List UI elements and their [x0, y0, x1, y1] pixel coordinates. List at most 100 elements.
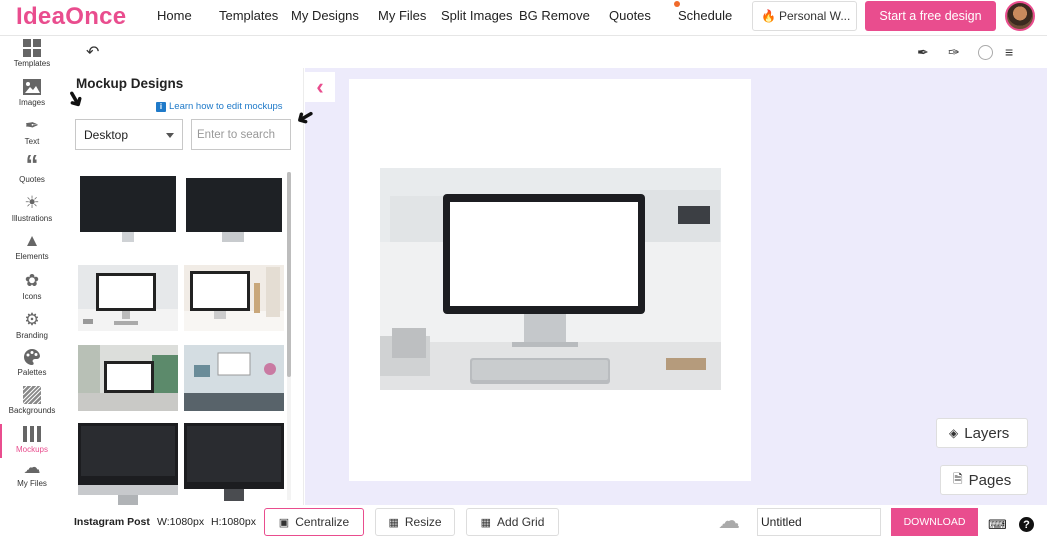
undo-icon[interactable]: ↶: [86, 42, 99, 62]
mockup-thumbnail[interactable]: [184, 265, 284, 331]
pages-button[interactable]: 🗎 Pages: [940, 465, 1028, 495]
mockup-icon: [22, 424, 42, 444]
notification-dot: [674, 1, 680, 7]
leaf-icon: ✿: [24, 271, 40, 290]
brush-icon[interactable]: ✑: [948, 44, 960, 61]
centralize-button[interactable]: ▣ Centralize: [264, 508, 364, 536]
sidebar-item-palettes[interactable]: Palettes: [0, 347, 64, 377]
gear-icon: ⚙: [24, 310, 40, 329]
resize-label: Resize: [404, 515, 442, 529]
sidebar-item-mockups[interactable]: Mockups: [0, 424, 64, 458]
illustration-icon: ☀: [24, 193, 40, 212]
mockup-thumbnail[interactable]: [78, 265, 178, 331]
sidebar-item-label: Backgrounds: [8, 406, 56, 415]
editor-toolbar: [64, 36, 1047, 68]
mockup-thumbnail[interactable]: [78, 176, 178, 242]
layers-button[interactable]: ◈ Layers: [936, 418, 1028, 448]
chevron-down-icon: [166, 133, 174, 138]
sidebar-item-elements[interactable]: ▲ Elements: [0, 231, 64, 261]
device-type-select[interactable]: Desktop: [75, 119, 183, 150]
sidebar-item-label: Mockups: [15, 445, 48, 454]
collapse-panel-button[interactable]: ‹: [305, 72, 335, 102]
info-icon: i: [156, 102, 166, 112]
sidebar-item-label: Icons: [22, 292, 42, 301]
sidebar-item-label: Text: [24, 137, 40, 146]
workspace-switcher-button[interactable]: 🔥 Personal W...: [752, 1, 857, 31]
pattern-icon: [22, 385, 42, 405]
device-select-value: Desktop: [84, 128, 129, 142]
sidebar-item-label: Illustrations: [11, 214, 53, 223]
mockup-thumbnail-grid: [78, 176, 286, 506]
circle-shape-icon[interactable]: [978, 45, 993, 60]
nav-my-designs[interactable]: My Designs: [291, 8, 359, 23]
sidebar-item-text[interactable]: ✒ Text: [0, 116, 64, 146]
palette-icon: [22, 347, 42, 367]
panel-title: Mockup Designs: [76, 76, 184, 91]
download-button[interactable]: DOWNLOAD: [891, 508, 978, 536]
app-logo[interactable]: IdeaOnce: [16, 3, 126, 31]
mockup-panel: Mockup Designs i Learn how to edit mockup…: [64, 68, 304, 506]
mockup-thumbnail[interactable]: [184, 176, 284, 242]
sidebar-item-label: My Files: [17, 479, 47, 488]
layers-icon: ◈: [949, 426, 959, 440]
sidebar-item-my-files[interactable]: ☁ My Files: [0, 458, 64, 488]
nav-home[interactable]: Home: [157, 8, 192, 23]
sidebar-item-images[interactable]: Images: [0, 77, 64, 107]
mockup-search-input[interactable]: [191, 119, 291, 150]
format-label: Instagram Post: [74, 516, 150, 528]
nav-schedule[interactable]: Schedule: [678, 8, 732, 23]
workspace-label: Personal W...: [778, 9, 851, 23]
pen-icon: ✒: [24, 116, 40, 135]
add-grid-button[interactable]: ▦ Add Grid: [466, 508, 559, 536]
centralize-icon: ▣: [278, 516, 290, 529]
nav-quotes[interactable]: Quotes: [609, 8, 651, 23]
learn-link-text: Learn how to edit mockups: [169, 101, 283, 112]
page-icon: 🗎: [953, 471, 963, 486]
mockup-thumbnail[interactable]: [184, 423, 284, 506]
elements-icon: ▲: [23, 231, 41, 250]
width-label: W:1080px: [157, 516, 205, 528]
keyboard-icon[interactable]: ⌨: [988, 517, 1007, 533]
sidebar-item-templates[interactable]: Templates: [0, 38, 64, 68]
nav-split-images[interactable]: Split Images: [441, 8, 513, 23]
sidebar-item-label: Palettes: [17, 368, 47, 377]
nav-bg-remove[interactable]: BG Remove: [519, 8, 590, 23]
nav-templates[interactable]: Templates: [219, 8, 278, 23]
sidebar-item-icons[interactable]: ✿ Icons: [0, 271, 64, 301]
centralize-label: Centralize: [295, 515, 350, 529]
sidebar-item-label: Images: [18, 98, 46, 107]
mockup-photo[interactable]: [380, 168, 721, 390]
sidebar-item-label: Elements: [15, 252, 49, 261]
help-icon[interactable]: ?: [1019, 517, 1034, 532]
design-title-input[interactable]: [757, 508, 881, 536]
resize-button[interactable]: ▦ Resize: [375, 508, 455, 536]
quote-icon: “: [25, 148, 39, 179]
cloud-files-icon: ☁: [23, 458, 41, 477]
learn-mockups-link[interactable]: i Learn how to edit mockups: [156, 101, 283, 112]
start-free-design-button[interactable]: Start a free design: [865, 1, 996, 31]
add-grid-label: Add Grid: [497, 515, 545, 529]
mockup-thumbnail[interactable]: [184, 345, 284, 411]
color-picker-icon[interactable]: ✒: [917, 44, 929, 61]
grid-icon: ▦: [480, 516, 492, 529]
nav-my-files[interactable]: My Files: [378, 8, 426, 23]
sidebar-item-label: Templates: [13, 59, 51, 68]
sidebar-item-branding[interactable]: ⚙ Branding: [0, 310, 64, 340]
sidebar-item-illustrations[interactable]: ☀ Illustrations: [0, 193, 64, 223]
sidebar-item-quotes[interactable]: “ Quotes: [0, 148, 64, 185]
top-navigation: IdeaOnce Home Templates My Designs My Fi…: [0, 0, 1047, 36]
resize-icon: ▦: [388, 516, 399, 529]
panel-scrollbar-thumb[interactable]: [287, 172, 291, 377]
mockup-thumbnail[interactable]: [78, 423, 178, 506]
cloud-save-icon: ☁: [718, 508, 740, 533]
grid-icon: [22, 38, 42, 58]
mockup-thumbnail[interactable]: [78, 345, 178, 411]
user-avatar[interactable]: [1005, 1, 1035, 31]
image-icon: [22, 77, 42, 97]
sidebar-item-label: Branding: [15, 331, 49, 340]
sidebar-item-label: Quotes: [19, 175, 45, 184]
text-edit-icon[interactable]: ≡: [1005, 44, 1013, 60]
sidebar-item-backgrounds[interactable]: Backgrounds: [0, 385, 64, 415]
layers-label: Layers: [964, 424, 1010, 442]
tool-sidebar: Templates Images ✒ Text “ Quotes ☀ Illus…: [0, 36, 64, 533]
